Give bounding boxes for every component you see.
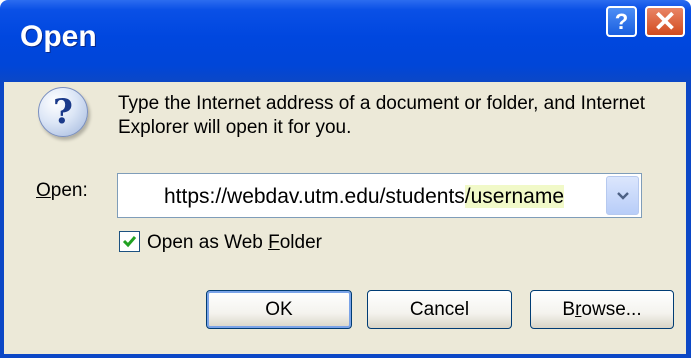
open-label: Open: (36, 180, 88, 202)
help-icon: ? (614, 8, 629, 34)
dialog-title: Open (20, 20, 97, 53)
dropdown-button[interactable] (606, 176, 639, 215)
cancel-button-label: Cancel (409, 298, 470, 320)
address-combobox[interactable]: https://webdav.utm.edu/students/username (117, 173, 642, 218)
cancel-button[interactable]: Cancel (367, 290, 512, 329)
checkmark-icon (122, 236, 137, 248)
open-label-accelerator: O (36, 180, 51, 201)
browse-button-label-start: B (562, 298, 576, 320)
window-frame-bottom (0, 354, 691, 358)
ok-button[interactable]: OK (206, 290, 352, 329)
web-folder-label-start: Open as Web (147, 232, 269, 253)
chevron-down-icon (616, 191, 629, 200)
web-folder-checkbox[interactable] (119, 231, 140, 252)
close-icon: ✕ (653, 6, 677, 37)
address-input[interactable]: https://webdav.utm.edu/students/username (164, 185, 565, 209)
web-folder-label-end: older (279, 232, 322, 253)
browse-button[interactable]: Br owse... (530, 290, 674, 329)
dialog-description: Type the Internet address of a document … (118, 93, 646, 138)
address-text: https://webdav.utm.edu/students (164, 185, 465, 208)
browse-button-label-end: owse... (581, 298, 642, 320)
close-button[interactable]: ✕ (645, 6, 685, 37)
title-bar[interactable]: Open ? ✕ (0, 0, 691, 82)
open-label-text: pen: (50, 180, 88, 201)
window-frame-right (686, 82, 691, 358)
open-dialog: Open ? ✕ ? Type the Internet address of … (0, 0, 691, 358)
web-folder-label-accelerator: F (268, 232, 280, 253)
ok-button-label: OK (265, 298, 293, 320)
help-button[interactable]: ? (606, 6, 637, 37)
address-highlighted-text: /username (464, 185, 565, 208)
question-icon: ? (38, 87, 88, 137)
web-folder-label[interactable]: Open as Web Folder (147, 232, 322, 254)
